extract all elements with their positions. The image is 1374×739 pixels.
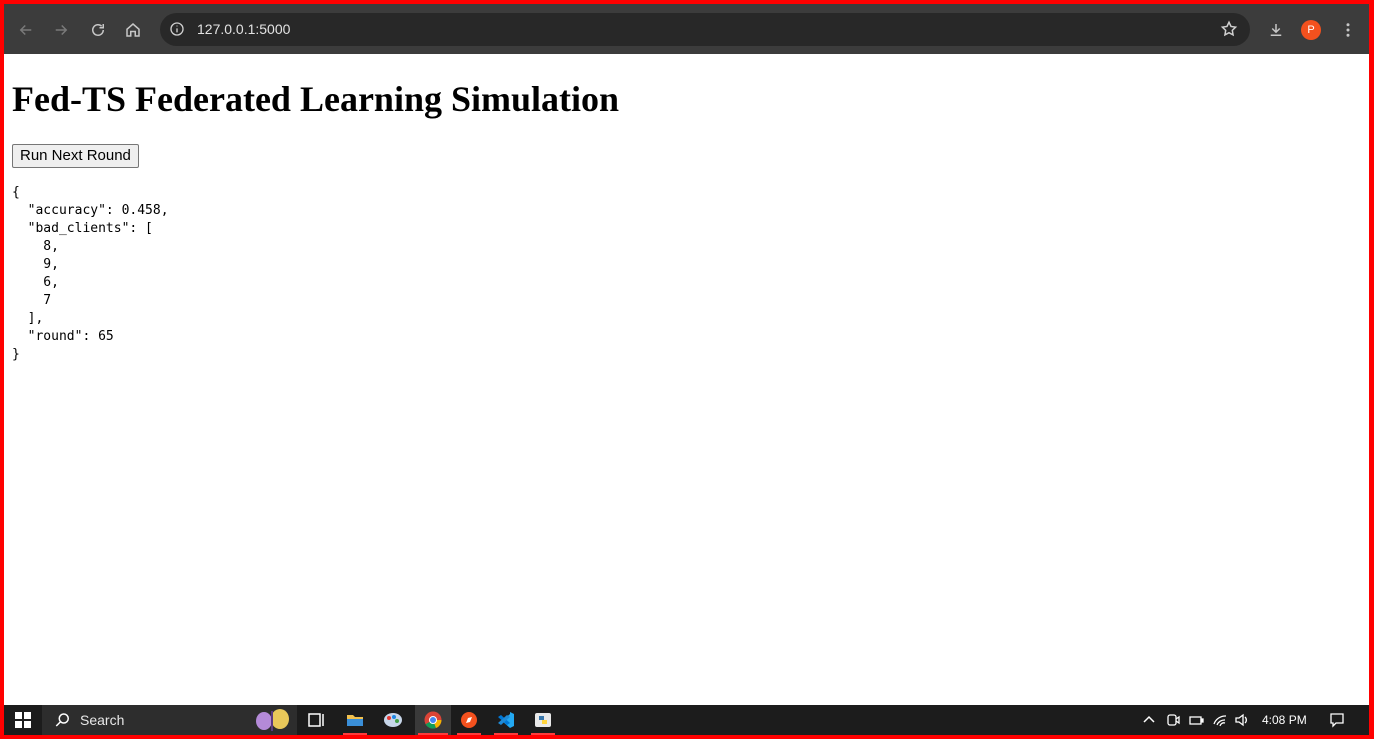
menu-button[interactable] (1334, 16, 1362, 44)
profile-avatar[interactable]: P (1301, 20, 1321, 40)
wifi-icon[interactable] (1211, 711, 1229, 729)
task-view-button[interactable] (302, 705, 332, 735)
taskbar-vscode[interactable] (491, 705, 521, 735)
forward-button[interactable] (47, 16, 75, 44)
taskbar-python-app[interactable] (528, 705, 558, 735)
reload-button[interactable] (84, 16, 112, 44)
reload-icon (92, 24, 104, 36)
windows-icon (15, 712, 31, 728)
palette-icon (384, 713, 402, 727)
notifications-icon[interactable] (1328, 711, 1346, 729)
search-icon (55, 713, 69, 727)
home-icon (126, 23, 140, 37)
arrow-right-icon (55, 24, 68, 36)
home-button[interactable] (119, 16, 147, 44)
site-info-icon[interactable] (168, 20, 186, 38)
taskbar-chrome[interactable] (415, 705, 451, 735)
vscode-icon (498, 712, 514, 728)
folder-icon (347, 715, 363, 726)
volume-icon[interactable] (1233, 711, 1251, 729)
compass-icon (461, 712, 477, 728)
bookmark-star-icon[interactable] (1220, 20, 1238, 38)
taskbar-app-paint[interactable] (378, 705, 408, 735)
page-title: Fed-TS Federated Learning Simulation (12, 79, 620, 119)
address-bar[interactable]: 127.0.0.1:5000 (160, 13, 1250, 46)
screen-frame: 127.0.0.1:5000 P Fed-TS Federated Learni… (4, 4, 1369, 735)
chrome-icon (424, 711, 442, 729)
meet-now-icon[interactable] (1164, 711, 1182, 729)
task-view-icon (308, 713, 324, 727)
search-label: Search (80, 712, 125, 728)
taskbar-file-explorer[interactable] (340, 705, 370, 735)
tray-overflow-chevron-icon[interactable] (1140, 711, 1158, 729)
browser-toolbar: 127.0.0.1:5000 P (4, 4, 1369, 54)
search-highlight-icon (256, 709, 289, 731)
page-content: Fed-TS Federated Learning Simulation Run… (4, 54, 1369, 705)
taskbar-app-orange[interactable] (454, 705, 484, 735)
arrow-left-icon (19, 24, 32, 36)
back-button[interactable] (12, 16, 40, 44)
windows-taskbar: Search 4:08 PM (4, 705, 1369, 735)
url-text[interactable]: 127.0.0.1:5000 (197, 21, 290, 37)
python-icon (535, 713, 551, 727)
downloads-button[interactable] (1262, 16, 1290, 44)
battery-icon[interactable] (1187, 711, 1205, 729)
download-icon (1270, 24, 1282, 36)
result-output: { "accuracy": 0.458, "bad_clients": [ 8,… (12, 185, 169, 362)
taskbar-clock[interactable]: 4:08 PM (1262, 713, 1307, 727)
taskbar-search[interactable]: Search (42, 705, 297, 735)
run-next-round-button[interactable]: Run Next Round (12, 144, 139, 168)
more-vert-icon (1346, 23, 1350, 37)
start-button[interactable] (8, 705, 38, 735)
